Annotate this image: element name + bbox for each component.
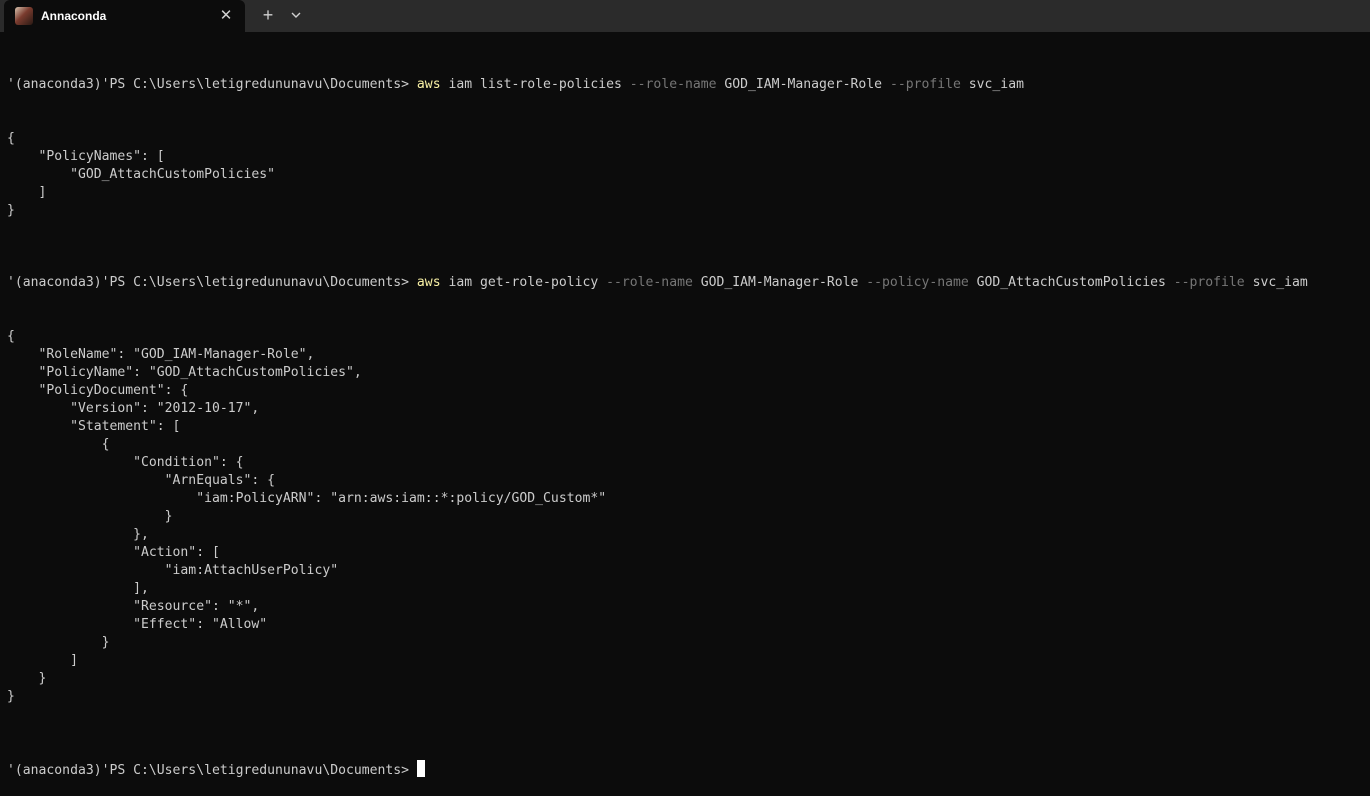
output-line: { xyxy=(7,131,15,146)
output-line: } xyxy=(7,203,15,218)
output-line: "PolicyNames": [ xyxy=(7,149,165,164)
command-flag: --role-name xyxy=(606,275,693,290)
output-line: "Condition": { xyxy=(7,455,244,470)
close-icon[interactable]: ✕ xyxy=(216,6,236,26)
command-line[interactable]: '(anaconda3)'PS C:\Users\letigredununavu… xyxy=(7,760,1363,778)
command-args: GOD_AttachCustomPolicies xyxy=(968,275,1174,290)
terminal-tab[interactable]: Annaconda ✕ xyxy=(4,0,245,32)
output-line: }, xyxy=(7,527,149,542)
output-line: "iam:AttachUserPolicy" xyxy=(7,563,339,578)
app-avatar-icon xyxy=(15,7,33,25)
title-bar: Annaconda ✕ + xyxy=(0,0,1370,32)
command-line: '(anaconda3)'PS C:\Users\letigredununavu… xyxy=(7,76,1363,94)
command-args: GOD_IAM-Manager-Role xyxy=(716,77,890,92)
command-args: svc_iam xyxy=(1244,275,1308,290)
output-line: ] xyxy=(7,653,78,668)
output-line: ], xyxy=(7,581,149,596)
command-args: GOD_IAM-Manager-Role xyxy=(692,275,867,290)
prompt: '(anaconda3)'PS C:\Users\letigredununavu… xyxy=(7,77,417,92)
output-block: { "PolicyNames": [ "GOD_AttachCustomPoli… xyxy=(7,130,1363,238)
command-flag: --policy-name xyxy=(866,275,969,290)
text-cursor xyxy=(416,760,425,777)
output-line: "PolicyName": "GOD_AttachCustomPolicies"… xyxy=(7,365,362,380)
terminal-output[interactable]: '(anaconda3)'PS C:\Users\letigredununavu… xyxy=(7,40,1363,778)
output-line: } xyxy=(7,635,110,650)
plus-icon[interactable]: + xyxy=(255,5,281,27)
command-flag: --profile xyxy=(1173,275,1245,290)
output-line: "Version": "2012-10-17", xyxy=(7,401,260,416)
command-line: '(anaconda3)'PS C:\Users\letigredununavu… xyxy=(7,274,1363,292)
output-line: "PolicyDocument": { xyxy=(7,383,189,398)
tab-title: Annaconda xyxy=(41,9,107,23)
output-line: "iam:PolicyARN": "arn:aws:iam::*:policy/… xyxy=(7,491,607,506)
prompt: '(anaconda3)'PS C:\Users\letigredununavu… xyxy=(7,763,417,778)
output-line: ] xyxy=(7,185,47,200)
output-line: "Statement": [ xyxy=(7,419,181,434)
command-name: aws xyxy=(416,77,441,92)
output-line: "GOD_AttachCustomPolicies" xyxy=(7,167,276,182)
output-block: { "RoleName": "GOD_IAM-Manager-Role", "P… xyxy=(7,328,1363,724)
output-line: "Resource": "*", xyxy=(7,599,260,614)
output-line: "ArnEquals": { xyxy=(7,473,276,488)
output-line: { xyxy=(7,329,15,344)
command-flag: --profile xyxy=(889,77,961,92)
output-line: } xyxy=(7,689,15,704)
chevron-down-icon[interactable] xyxy=(283,5,309,27)
output-line: "RoleName": "GOD_IAM-Manager-Role", xyxy=(7,347,315,362)
command-name: aws xyxy=(416,275,441,290)
command-args: iam list-role-policies xyxy=(440,77,630,92)
output-line: { xyxy=(7,437,110,452)
command-flag: --role-name xyxy=(629,77,717,92)
command-args: iam get-role-policy xyxy=(440,275,607,290)
output-line: } xyxy=(7,671,47,686)
output-line: } xyxy=(7,509,173,524)
output-line: "Action": [ xyxy=(7,545,220,560)
prompt: '(anaconda3)'PS C:\Users\letigredununavu… xyxy=(7,275,417,290)
command-args: svc_iam xyxy=(960,77,1024,92)
